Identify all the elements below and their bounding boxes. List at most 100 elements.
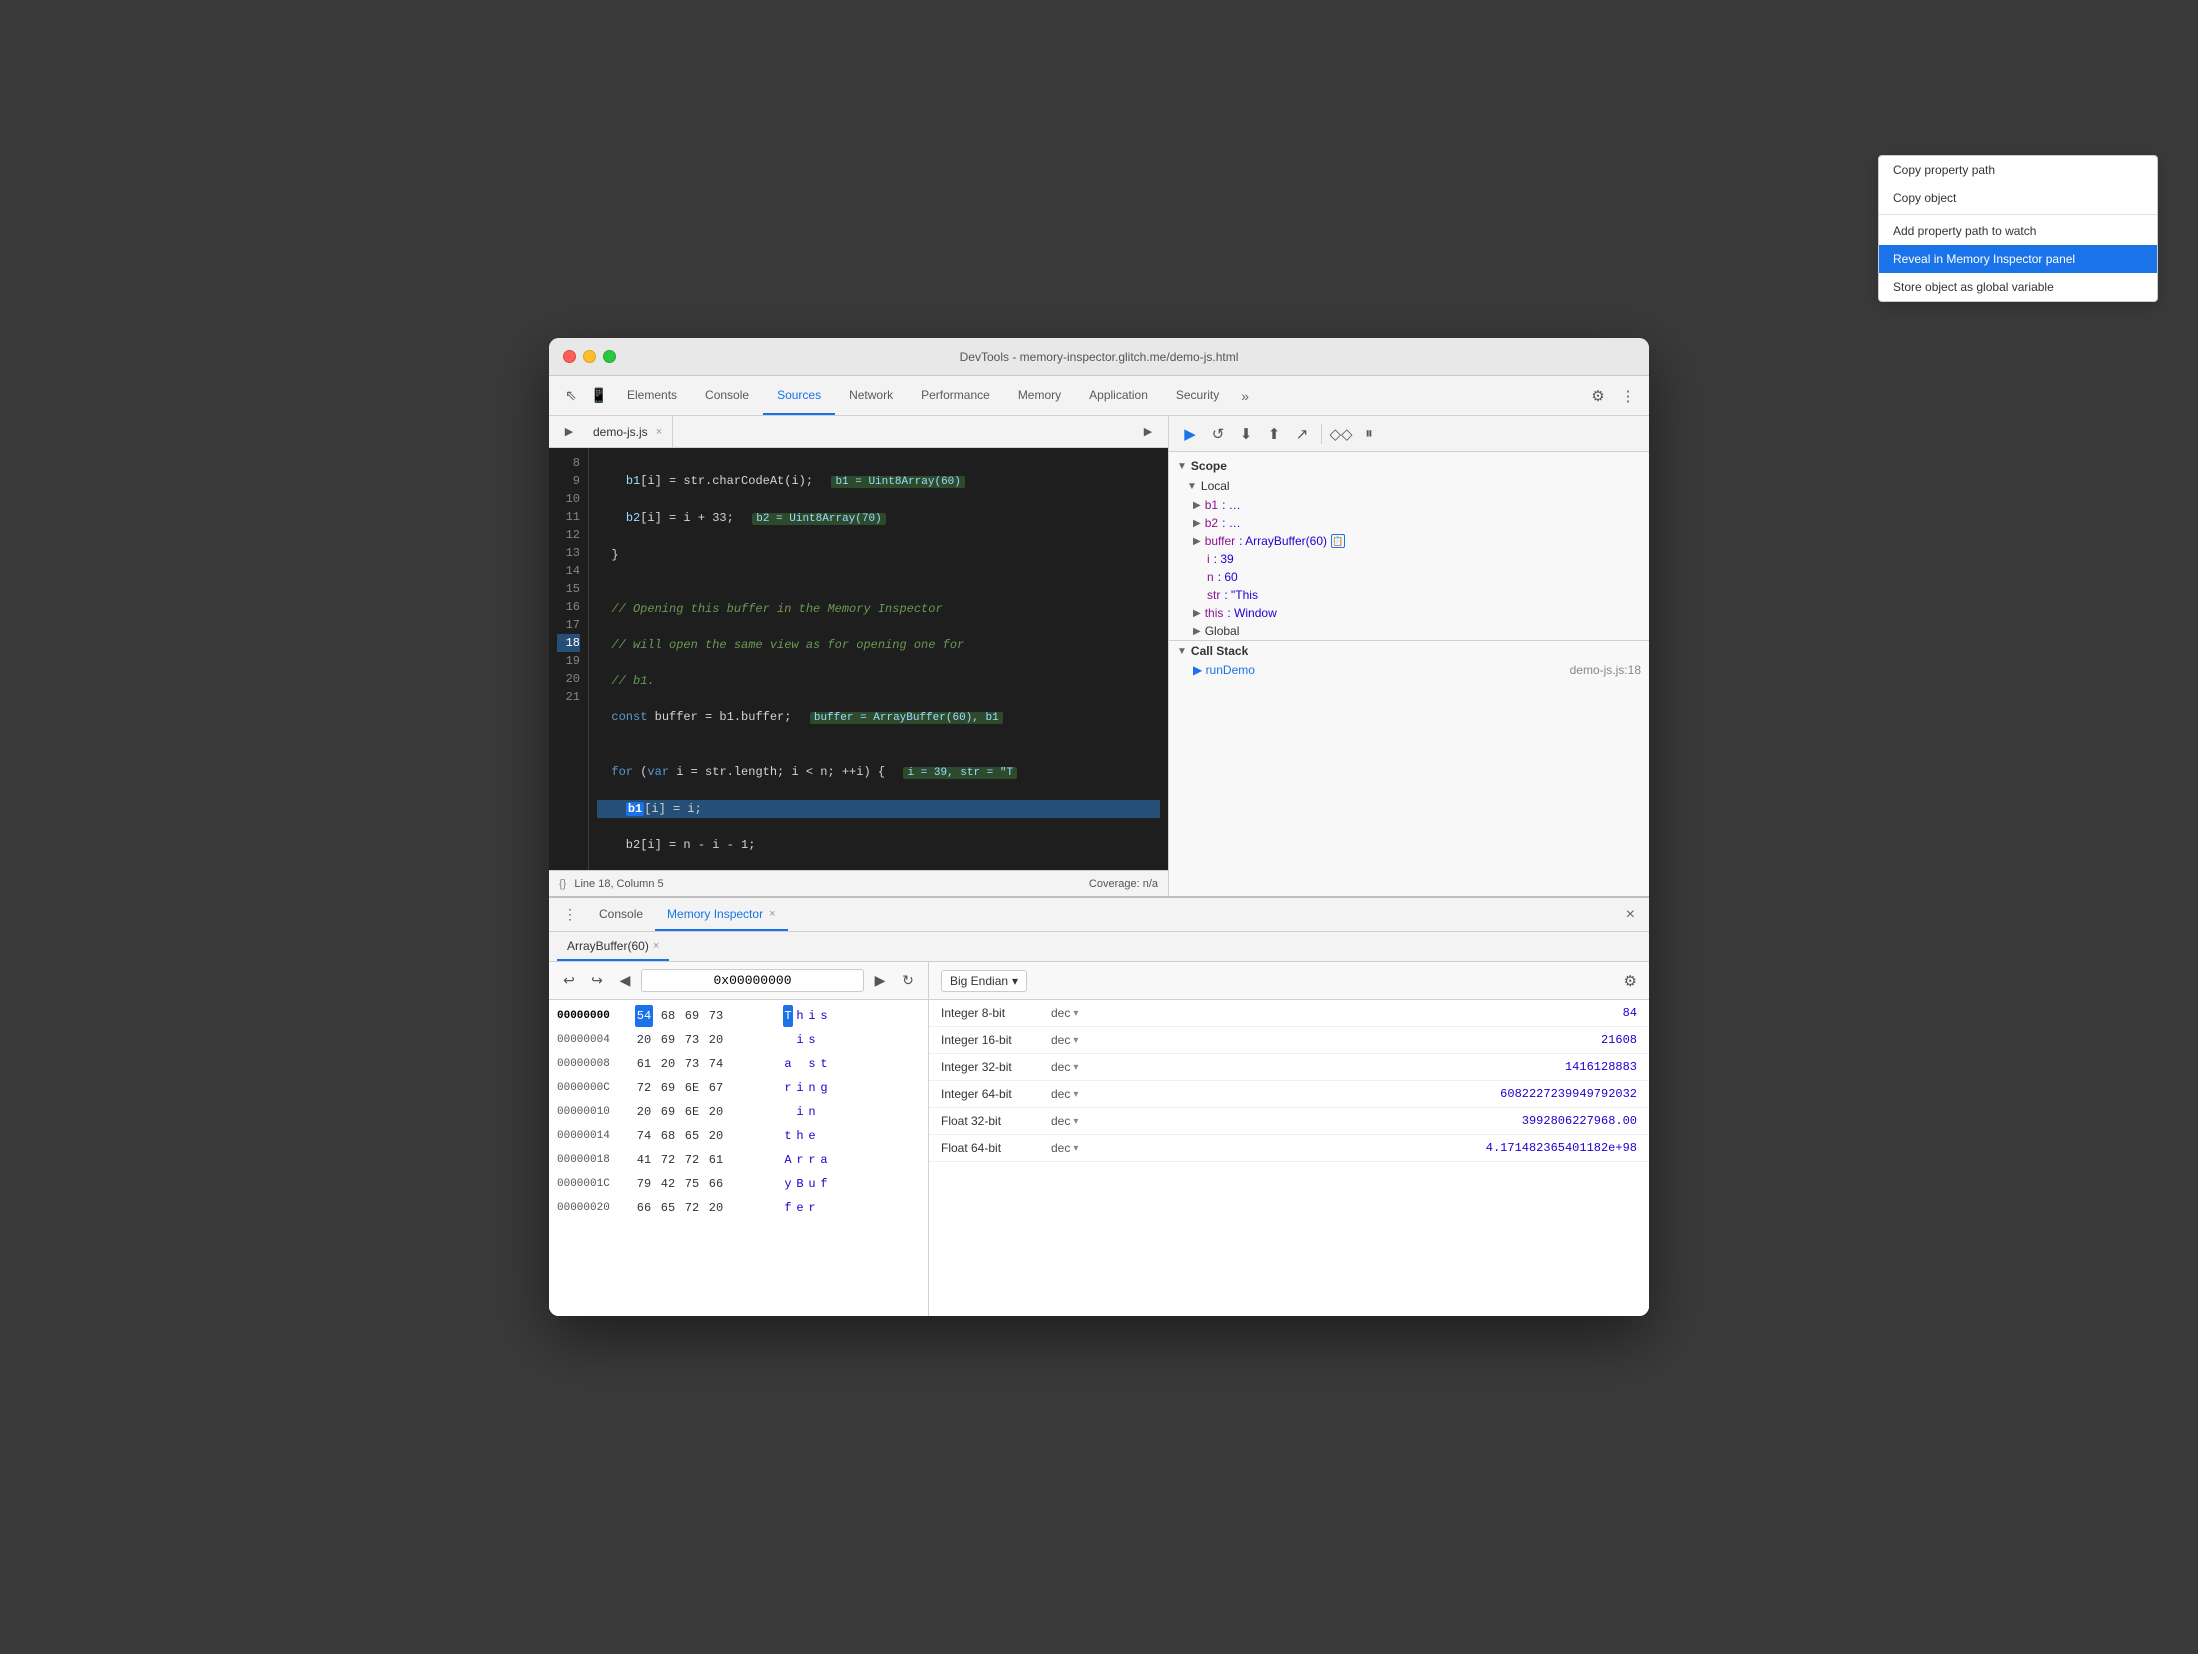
hex-char-i[interactable]: i — [807, 1005, 817, 1027]
hex-byte-73a[interactable]: 73 — [683, 1029, 701, 1051]
memory-inspector-tab-close[interactable]: × — [769, 908, 775, 920]
scope-item-n[interactable]: n : 60 — [1169, 568, 1649, 586]
deactivate-breakpoints-button[interactable]: ◇◇ — [1328, 421, 1354, 447]
int16-format[interactable]: dec ▾ — [1051, 1033, 1111, 1047]
hex-char-e[interactable]: e — [807, 1125, 817, 1147]
hex-byte-68a[interactable]: 68 — [659, 1125, 677, 1147]
hex-byte-66b[interactable]: 66 — [635, 1197, 653, 1219]
hex-byte-69[interactable]: 69 — [683, 1005, 701, 1027]
responsive-icon[interactable]: 📱 — [585, 382, 613, 410]
bottom-tab-console[interactable]: Console — [587, 898, 655, 931]
scope-item-b1[interactable]: ▶ b1 : … — [1169, 496, 1649, 514]
more-options-icon[interactable]: ⋮ — [1615, 383, 1641, 409]
hex-history-forward[interactable]: ↪ — [585, 969, 609, 993]
buffer-tab[interactable]: ArrayBuffer(60) × — [557, 932, 669, 961]
hex-byte-20e[interactable]: 20 — [707, 1101, 725, 1123]
hex-char-y[interactable]: y — [783, 1173, 793, 1195]
endian-selector[interactable]: Big Endian ▾ — [941, 970, 1027, 992]
scope-item-b2[interactable]: ▶ b2 : … — [1169, 514, 1649, 532]
tab-elements[interactable]: Elements — [613, 376, 691, 415]
hex-byte-6e[interactable]: 6E — [683, 1077, 701, 1099]
file-tree-icon[interactable]: ▶ — [555, 418, 583, 446]
scope-item-buffer[interactable]: ▶ buffer : ArrayBuffer(60) 📋 — [1169, 532, 1649, 550]
hex-byte-72b[interactable]: 72 — [683, 1149, 701, 1171]
scope-item-global[interactable]: ▶ Global — [1169, 622, 1649, 640]
hex-char-A[interactable]: A — [783, 1149, 793, 1171]
hex-byte-74[interactable]: 74 — [707, 1053, 725, 1075]
hex-char-i2[interactable]: i — [795, 1029, 805, 1051]
hex-char-g[interactable]: g — [819, 1077, 829, 1099]
hex-history-back[interactable]: ↩ — [557, 969, 581, 993]
hex-char-r2[interactable]: r — [807, 1197, 817, 1219]
tab-network[interactable]: Network — [835, 376, 907, 415]
buffer-tab-close-btn[interactable]: × — [653, 940, 659, 952]
bottom-panel-close-button[interactable]: × — [1620, 906, 1641, 924]
step-button[interactable]: ↗ — [1289, 421, 1315, 447]
hex-byte-42[interactable]: 42 — [659, 1173, 677, 1195]
memory-inspect-icon[interactable]: 📋 — [1331, 534, 1345, 548]
hex-char-n2[interactable]: n — [807, 1101, 817, 1123]
scope-item-str[interactable]: str : "This — [1169, 586, 1649, 604]
hex-byte-20d[interactable]: 20 — [635, 1101, 653, 1123]
hex-char-i3[interactable]: i — [795, 1077, 805, 1099]
hex-byte-69a[interactable]: 69 — [659, 1029, 677, 1051]
hex-char-s3[interactable]: s — [807, 1053, 817, 1075]
hex-byte-72[interactable]: 72 — [683, 1197, 701, 1219]
hex-char-h[interactable]: h — [795, 1005, 805, 1027]
hex-byte-20f[interactable]: 20 — [707, 1125, 725, 1147]
hex-char-r[interactable]: r — [783, 1077, 793, 1099]
hex-byte-66[interactable]: 66 — [707, 1173, 725, 1195]
hex-char-f2[interactable]: f — [783, 1197, 793, 1219]
hex-byte-54[interactable]: 54 — [635, 1005, 653, 1027]
hex-byte-61[interactable]: 61 — [635, 1053, 653, 1075]
hex-byte-20g[interactable]: 20 — [707, 1197, 725, 1219]
tab-sources[interactable]: Sources — [763, 376, 835, 415]
resume-button[interactable]: ▶ — [1177, 421, 1203, 447]
hex-byte-65[interactable]: 65 — [659, 1197, 677, 1219]
int8-format[interactable]: dec ▾ — [1051, 1006, 1111, 1020]
format-icon[interactable]: ▶ — [1134, 418, 1162, 446]
tab-security[interactable]: Security — [1162, 376, 1233, 415]
step-out-button[interactable]: ⬆ — [1261, 421, 1287, 447]
hex-address-input[interactable] — [641, 969, 864, 992]
hex-byte-69c[interactable]: 69 — [659, 1101, 677, 1123]
step-into-button[interactable]: ⬇ — [1233, 421, 1259, 447]
hex-char-t[interactable]: t — [819, 1053, 829, 1075]
hex-byte-67[interactable]: 67 — [707, 1077, 725, 1099]
file-tab-close[interactable]: × — [656, 426, 662, 438]
bottom-panel-menu-icon[interactable]: ⋮ — [557, 902, 583, 928]
fullscreen-button[interactable] — [603, 350, 616, 363]
local-header[interactable]: ▼ Local — [1169, 476, 1649, 496]
hex-next-page[interactable]: ▶ — [868, 969, 892, 993]
pointer-icon[interactable]: ⇖ — [557, 382, 585, 410]
hex-byte-73b[interactable]: 73 — [683, 1053, 701, 1075]
hex-byte-75[interactable]: 75 — [683, 1173, 701, 1195]
hex-byte-20c[interactable]: 20 — [659, 1053, 677, 1075]
hex-char-a2[interactable]: a — [819, 1149, 829, 1171]
tab-application[interactable]: Application — [1075, 376, 1162, 415]
hex-char-f[interactable]: f — [819, 1173, 829, 1195]
hex-byte-69b[interactable]: 69 — [659, 1077, 677, 1099]
brackets-icon[interactable]: {} — [559, 878, 566, 890]
hex-char-a[interactable]: a — [783, 1053, 793, 1075]
minimize-button[interactable] — [583, 350, 596, 363]
hex-byte-72a[interactable]: 72 — [659, 1149, 677, 1171]
tab-more-icon[interactable]: » — [1233, 388, 1257, 404]
call-stack-header[interactable]: ▼ Call Stack — [1169, 641, 1649, 661]
hex-byte-41[interactable]: 41 — [635, 1149, 653, 1171]
hex-byte-74a[interactable]: 74 — [635, 1125, 653, 1147]
hex-byte-6e2[interactable]: 6E — [683, 1101, 701, 1123]
hex-char-s[interactable]: s — [819, 1005, 829, 1027]
hex-char-r2[interactable]: r — [795, 1149, 805, 1171]
float32-format[interactable]: dec ▾ — [1051, 1114, 1111, 1128]
hex-byte-20a[interactable]: 20 — [635, 1029, 653, 1051]
hex-char-n[interactable]: n — [807, 1077, 817, 1099]
hex-char-h2[interactable]: h — [795, 1125, 805, 1147]
hex-byte-65[interactable]: 65 — [683, 1125, 701, 1147]
scope-item-this[interactable]: ▶ this : Window — [1169, 604, 1649, 622]
tab-console[interactable]: Console — [691, 376, 763, 415]
step-over-button[interactable]: ↺ — [1205, 421, 1231, 447]
int32-format[interactable]: dec ▾ — [1051, 1060, 1111, 1074]
hex-char-r3[interactable]: r — [807, 1149, 817, 1171]
hex-char-B[interactable]: B — [795, 1173, 805, 1195]
